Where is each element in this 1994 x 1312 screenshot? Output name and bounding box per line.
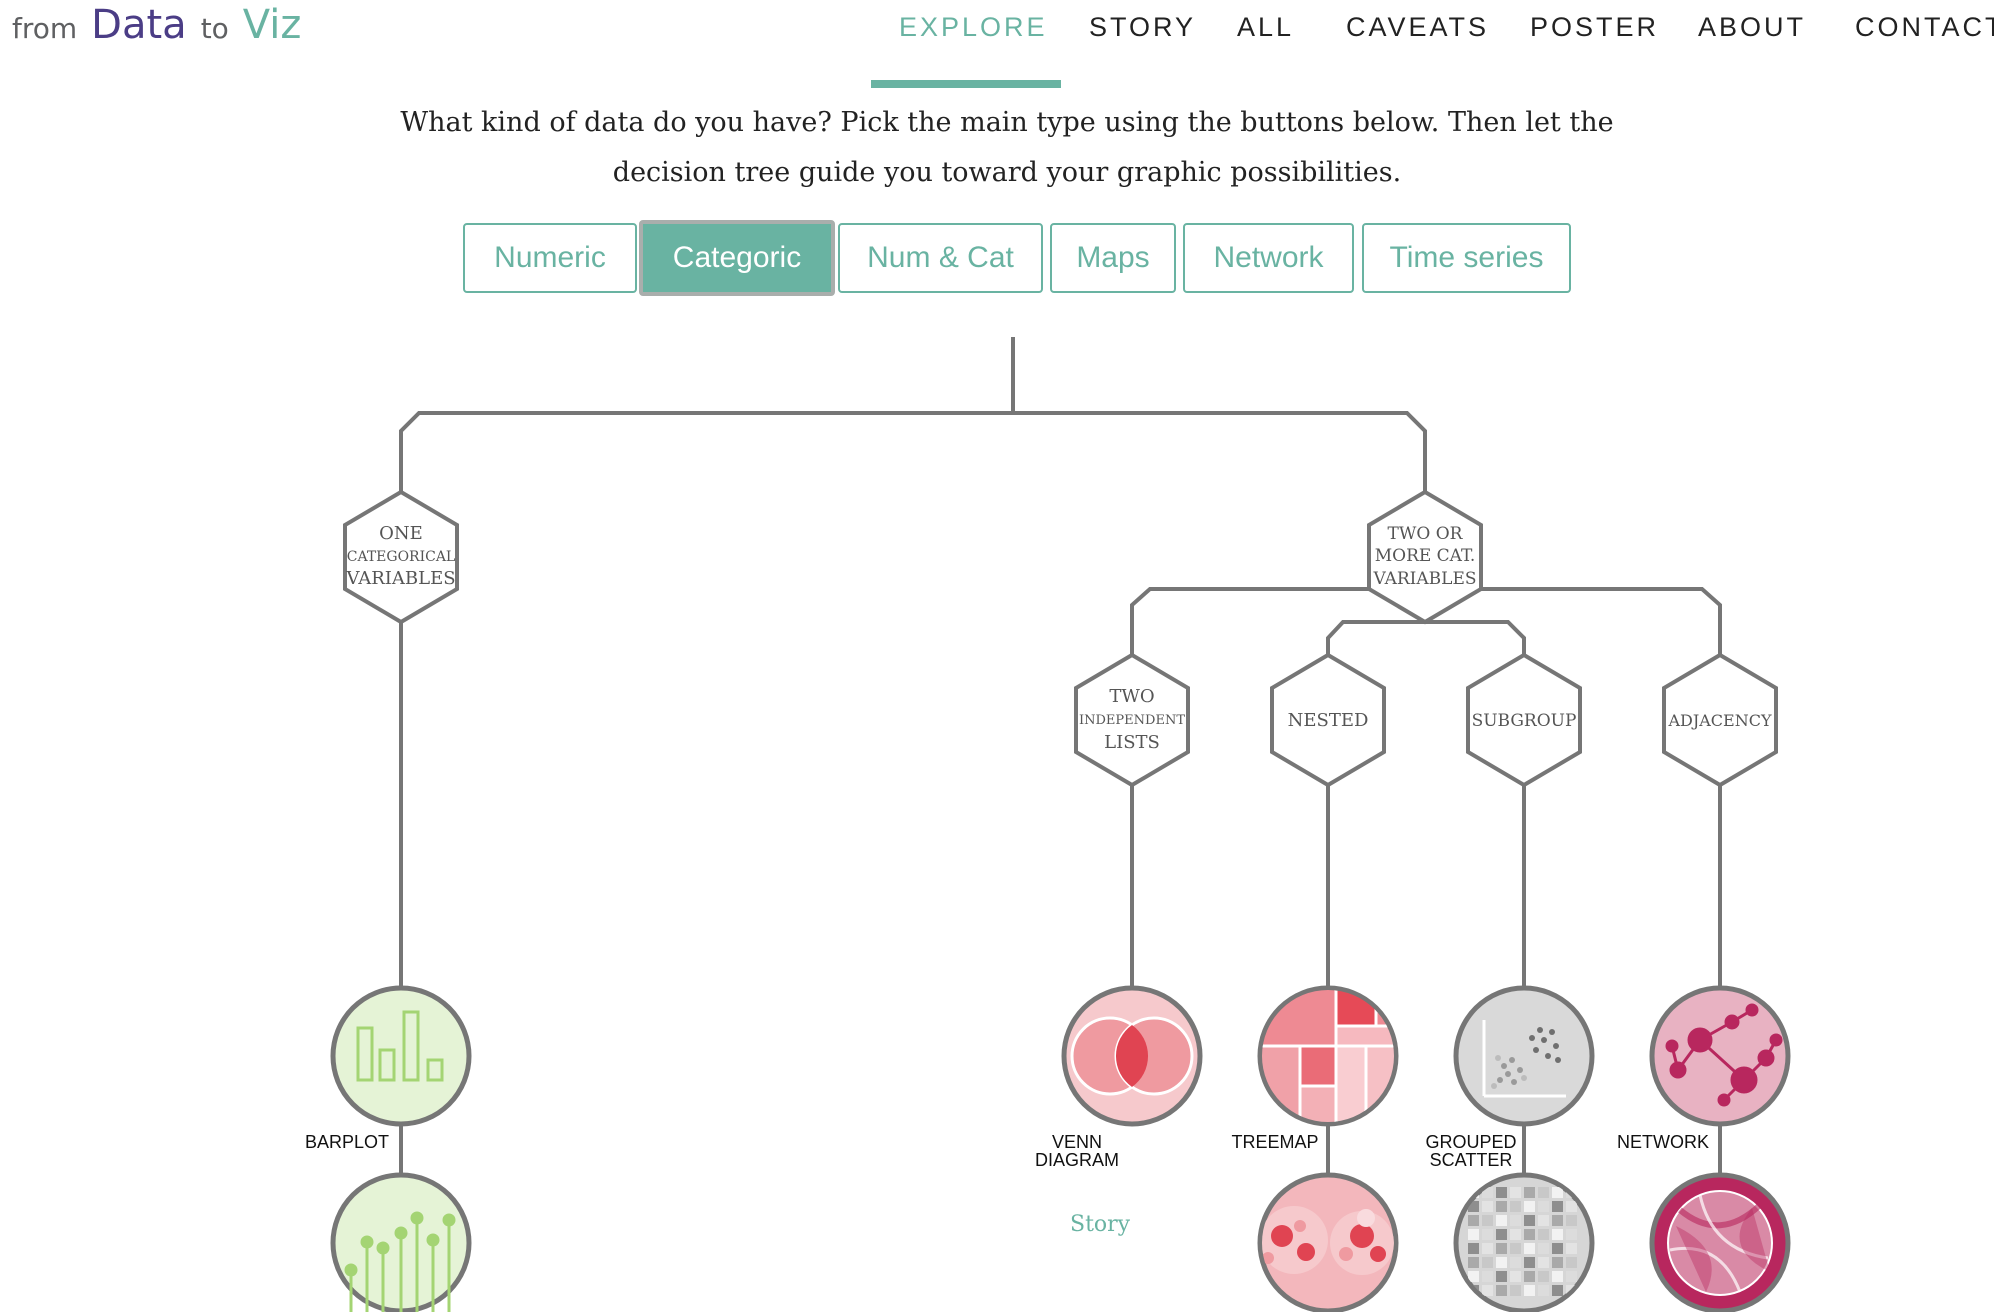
network-label[interactable]: NETWORK bbox=[1608, 1133, 1718, 1151]
chord-chart-node[interactable] bbox=[1649, 1172, 1791, 1312]
heatmap-cell bbox=[1482, 1215, 1493, 1226]
heatmap-cell bbox=[1496, 1229, 1507, 1240]
heatmap-cell bbox=[1552, 1201, 1563, 1212]
heatmap-cell bbox=[1482, 1243, 1493, 1254]
node-two-or-more-categorical[interactable]: TWO OR MORE CAT. VARIABLES bbox=[1367, 489, 1483, 625]
heatmap-cell bbox=[1510, 1187, 1521, 1198]
heatmap-cell bbox=[1566, 1271, 1577, 1282]
heatmap-cell bbox=[1566, 1257, 1577, 1268]
heatmap-cell bbox=[1524, 1187, 1535, 1198]
heatmap-cell bbox=[1538, 1285, 1549, 1296]
heatmap-cell bbox=[1510, 1201, 1521, 1212]
heatmap-cell bbox=[1510, 1243, 1521, 1254]
node-one-cat-line-1: ONE bbox=[379, 523, 423, 544]
heatmap-chart-node[interactable] bbox=[1453, 1172, 1595, 1312]
heatmap-cell bbox=[1538, 1201, 1549, 1212]
heatmap-cell bbox=[1482, 1271, 1493, 1282]
node-subgroup-label: SUBGROUP bbox=[1472, 711, 1577, 731]
heatmap-cell bbox=[1496, 1271, 1507, 1282]
venn-chart-node[interactable] bbox=[1061, 985, 1203, 1127]
heatmap-cell bbox=[1566, 1215, 1577, 1226]
heatmap-cell bbox=[1496, 1257, 1507, 1268]
heatmap-cell bbox=[1552, 1229, 1563, 1240]
heatmap-cell bbox=[1524, 1201, 1535, 1212]
venn-diagram-label[interactable]: VENN DIAGRAM bbox=[1022, 1133, 1132, 1169]
heatmap-cell bbox=[1468, 1229, 1479, 1240]
node-lists-line-1: TWO bbox=[1109, 686, 1154, 707]
heatmap-cell bbox=[1552, 1187, 1563, 1198]
heatmap-cell bbox=[1552, 1285, 1563, 1296]
heatmap-cell bbox=[1552, 1215, 1563, 1226]
grouped-scatter-label[interactable]: GROUPED SCATTER bbox=[1416, 1133, 1526, 1169]
heatmap-cell bbox=[1482, 1285, 1493, 1296]
heatmap-cell bbox=[1552, 1243, 1563, 1254]
heatmap-cell bbox=[1538, 1243, 1549, 1254]
heatmap-cell bbox=[1468, 1215, 1479, 1226]
network-chart-node[interactable] bbox=[1649, 985, 1791, 1127]
node-two-independent-lists[interactable]: TWO INDEPENDENT LISTS bbox=[1074, 652, 1190, 788]
heatmap-cell bbox=[1524, 1243, 1535, 1254]
node-one-cat-line-3: VARIABLES bbox=[345, 568, 455, 589]
node-two-cat-line-3: VARIABLES bbox=[1372, 569, 1476, 589]
heatmap-cell bbox=[1496, 1201, 1507, 1212]
node-lists-line-3: LISTS bbox=[1104, 732, 1160, 753]
heatmap-cell bbox=[1566, 1201, 1577, 1212]
heatmap-cell bbox=[1496, 1187, 1507, 1198]
node-one-categorical[interactable]: ONE CATEGORICAL VARIABLES bbox=[343, 489, 459, 625]
barplot-label[interactable]: BARPLOT bbox=[292, 1133, 402, 1151]
heatmap-cell bbox=[1524, 1285, 1535, 1296]
chord-icon bbox=[1667, 1190, 1773, 1296]
node-lists-line-2: INDEPENDENT bbox=[1079, 713, 1185, 728]
treemap-chart-node[interactable] bbox=[1257, 985, 1399, 1127]
lollipop-chart-node[interactable] bbox=[330, 1172, 472, 1312]
node-two-cat-line-2: MORE CAT. bbox=[1375, 546, 1476, 566]
barplot-chart-node[interactable] bbox=[330, 985, 472, 1127]
heatmap-cell bbox=[1510, 1285, 1521, 1296]
heatmap-cell bbox=[1496, 1215, 1507, 1226]
heatmap-cell bbox=[1496, 1285, 1507, 1296]
heatmap-cell bbox=[1552, 1271, 1563, 1282]
heatmap-cell bbox=[1496, 1243, 1507, 1254]
heatmap-cell bbox=[1538, 1215, 1549, 1226]
heatmap-cell bbox=[1538, 1187, 1549, 1198]
node-adjacency-label: ADJACENCY bbox=[1667, 711, 1772, 730]
heatmap-cell bbox=[1524, 1229, 1535, 1240]
heatmap-cell bbox=[1482, 1257, 1493, 1268]
heatmap-cell bbox=[1468, 1243, 1479, 1254]
heatmap-cell bbox=[1510, 1215, 1521, 1226]
heatmap-cell bbox=[1510, 1257, 1521, 1268]
heatmap-cell bbox=[1566, 1243, 1577, 1254]
node-adjacency[interactable]: ADJACENCY bbox=[1662, 652, 1778, 788]
treemap-label[interactable]: TREEMAP bbox=[1220, 1133, 1330, 1151]
heatmap-cell bbox=[1482, 1201, 1493, 1212]
node-one-cat-line-2: CATEGORICAL bbox=[347, 549, 455, 565]
heatmap-cell bbox=[1538, 1257, 1549, 1268]
heatmap-cell bbox=[1510, 1229, 1521, 1240]
grouped-scatter-chart-node[interactable] bbox=[1453, 985, 1595, 1127]
heatmap-cell bbox=[1524, 1215, 1535, 1226]
heatmap-cell bbox=[1552, 1257, 1563, 1268]
node-two-cat-line-1: TWO OR bbox=[1388, 524, 1464, 544]
decision-tree: ONE CATEGORICAL VARIABLES TWO OR MORE CA… bbox=[330, 337, 1791, 1312]
heatmap-cell bbox=[1538, 1229, 1549, 1240]
heatmap-cell bbox=[1468, 1271, 1479, 1282]
heatmap-cell bbox=[1524, 1257, 1535, 1268]
heatmap-cell bbox=[1566, 1229, 1577, 1240]
circle-packing-chart-node[interactable] bbox=[1257, 1172, 1399, 1312]
heatmap-cell bbox=[1482, 1229, 1493, 1240]
venn-icon bbox=[1070, 1016, 1194, 1096]
heatmap-cell bbox=[1468, 1257, 1479, 1268]
venn-story-link[interactable]: Story bbox=[1070, 1212, 1130, 1237]
node-nested[interactable]: NESTED bbox=[1270, 652, 1386, 788]
heatmap-cell bbox=[1538, 1271, 1549, 1282]
node-nested-label: NESTED bbox=[1288, 710, 1369, 731]
heatmap-cell bbox=[1524, 1271, 1535, 1282]
node-subgroup[interactable]: SUBGROUP bbox=[1466, 652, 1582, 788]
heatmap-cell bbox=[1510, 1271, 1521, 1282]
